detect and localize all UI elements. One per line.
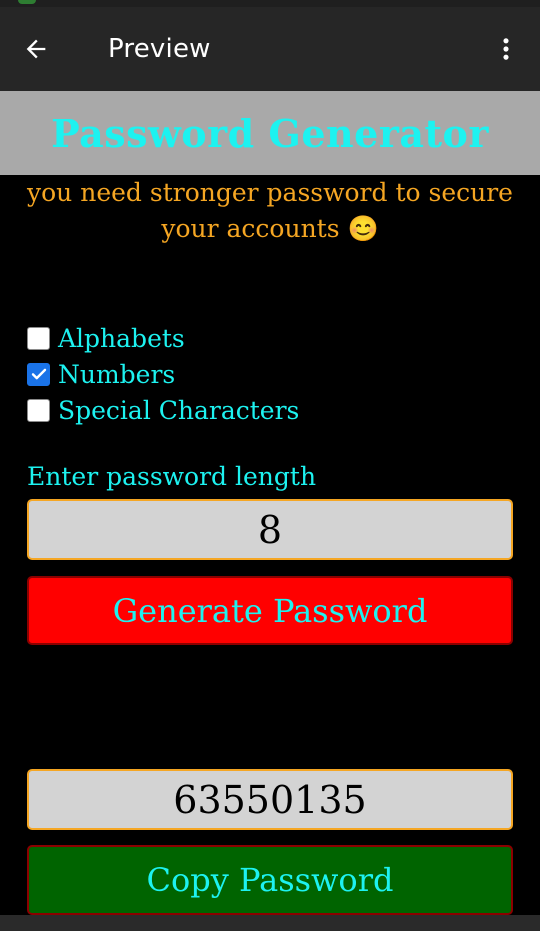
option-special-characters[interactable]: Special Characters bbox=[27, 392, 299, 428]
generated-password-field[interactable]: 63550135 bbox=[27, 769, 513, 830]
back-button[interactable] bbox=[14, 29, 58, 69]
copy-password-button[interactable]: Copy Password bbox=[27, 845, 513, 915]
subtitle-text: you need stronger password to secure you… bbox=[27, 178, 513, 243]
length-label: Enter password length bbox=[27, 462, 317, 491]
page-title: Password Generator bbox=[51, 110, 489, 156]
alphabets-checkbox[interactable] bbox=[27, 326, 50, 350]
checkmark-icon bbox=[31, 368, 46, 380]
alphabets-label: Alphabets bbox=[58, 323, 185, 353]
page-header: Password Generator bbox=[0, 91, 540, 175]
status-bar bbox=[0, 0, 540, 7]
overflow-menu-button[interactable] bbox=[486, 29, 526, 69]
generate-password-button[interactable]: Generate Password bbox=[27, 576, 513, 645]
option-alphabets[interactable]: Alphabets bbox=[27, 320, 299, 356]
character-options: Alphabets Numbers Special Characters bbox=[27, 320, 299, 428]
numbers-label: Numbers bbox=[58, 359, 176, 389]
special-characters-label: Special Characters bbox=[58, 395, 300, 425]
arrow-left-icon bbox=[26, 39, 46, 59]
password-length-input[interactable] bbox=[27, 499, 513, 560]
special-characters-checkbox[interactable] bbox=[27, 398, 50, 422]
app-title: Preview bbox=[108, 34, 211, 64]
more-vertical-icon bbox=[503, 38, 509, 60]
option-numbers[interactable]: Numbers bbox=[27, 356, 299, 392]
status-indicator bbox=[18, 0, 36, 4]
app-bar: Preview bbox=[0, 7, 540, 91]
numbers-checkbox[interactable] bbox=[27, 362, 50, 386]
navigation-bar bbox=[0, 915, 540, 931]
